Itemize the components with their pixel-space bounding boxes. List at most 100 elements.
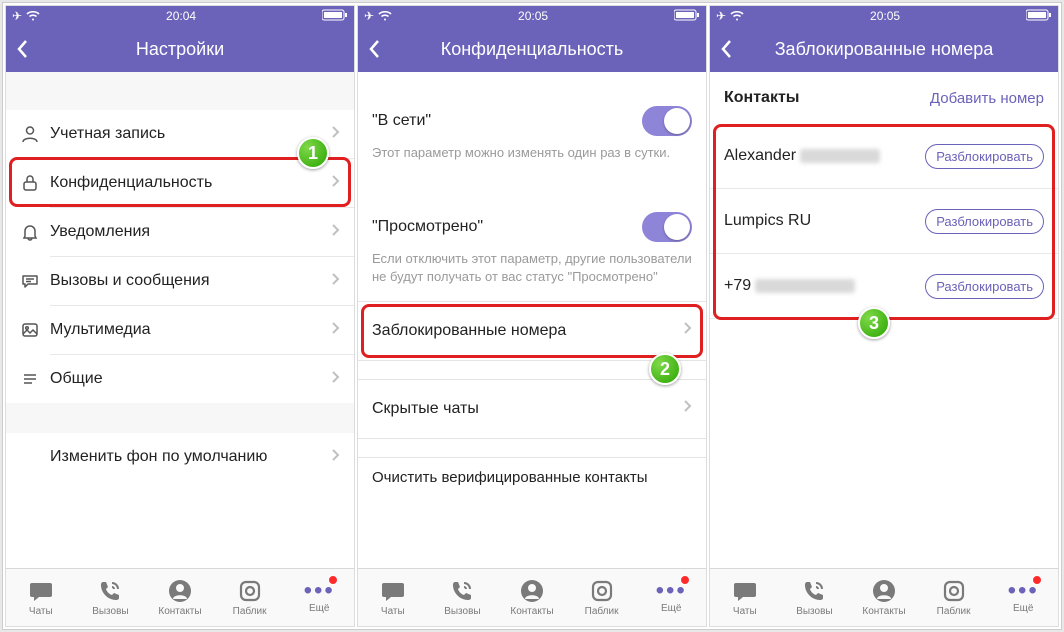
tab-label: Вызовы xyxy=(444,606,480,617)
row-notifications[interactable]: Уведомления xyxy=(6,208,354,256)
row-blocked-numbers[interactable]: Заблокированные номера xyxy=(358,302,706,360)
row-multimedia[interactable]: Мультимедиа xyxy=(6,306,354,354)
tab-chats[interactable]: Чаты xyxy=(710,569,780,626)
redacted-text xyxy=(800,149,880,163)
tab-public[interactable]: Паблик xyxy=(919,569,989,626)
unblock-button[interactable]: Разблокировать xyxy=(925,209,1044,234)
user-icon xyxy=(20,124,50,144)
status-bar: ✈ 20:04 xyxy=(6,6,354,26)
lock-icon xyxy=(20,173,50,193)
content: Учетная запись Конфиденциальность Уведом… xyxy=(6,72,354,568)
tab-label: Чаты xyxy=(381,606,405,617)
tab-label: Чаты xyxy=(29,606,53,617)
row-label: Мультимедиа xyxy=(50,321,331,339)
tab-label: Контакты xyxy=(862,606,905,617)
wifi-icon xyxy=(26,10,40,22)
chevron-right-icon xyxy=(331,321,340,340)
row-online: "В сети" xyxy=(358,94,706,140)
content: Контакты Добавить номер Alexander Разбло… xyxy=(710,72,1058,568)
page-title: Заблокированные номера xyxy=(746,39,1048,60)
back-button[interactable] xyxy=(720,39,746,59)
tab-label: Контакты xyxy=(510,606,553,617)
tab-label: Ещё xyxy=(661,603,681,614)
airplane-icon: ✈ xyxy=(12,9,22,23)
status-time: 20:05 xyxy=(870,9,900,23)
tab-label: Ещё xyxy=(309,603,329,614)
status-bar: ✈ 20:05 xyxy=(710,6,1058,26)
chat-icon xyxy=(20,271,50,291)
tab-label: Вызовы xyxy=(796,606,832,617)
row-label: Учетная запись xyxy=(50,125,331,143)
status-time: 20:04 xyxy=(166,9,196,23)
screen-settings: ✈ 20:04 Настройки Учетная запись xyxy=(5,5,355,627)
tab-calls[interactable]: Вызовы xyxy=(428,569,498,626)
bell-icon xyxy=(20,222,50,242)
status-bar: ✈ 20:05 xyxy=(358,6,706,26)
row-clear-verified[interactable]: Очистить верифицированные контакты xyxy=(358,458,706,498)
row-general[interactable]: Общие xyxy=(6,355,354,403)
content: "В сети" Этот параметр можно изменять од… xyxy=(358,72,706,568)
section-header: Контакты Добавить номер xyxy=(710,72,1058,124)
battery-icon xyxy=(674,9,700,21)
row-wallpaper[interactable]: Изменить фон по умолчанию xyxy=(6,433,354,481)
chevron-right-icon xyxy=(331,448,340,467)
unblock-button[interactable]: Разблокировать xyxy=(925,274,1044,299)
tab-more[interactable]: •••Ещё xyxy=(636,569,706,626)
blocked-entry: Alexander Разблокировать xyxy=(710,124,1058,188)
list-icon xyxy=(20,369,50,389)
tab-more[interactable]: •••Ещё xyxy=(284,569,354,626)
row-label: Вызовы и сообщения xyxy=(50,272,331,290)
step-badge-2: 2 xyxy=(649,353,681,385)
airplane-icon: ✈ xyxy=(364,9,374,23)
tab-label: Чаты xyxy=(733,606,757,617)
tab-contacts[interactable]: Контакты xyxy=(145,569,215,626)
tab-chats[interactable]: Чаты xyxy=(6,569,76,626)
back-button[interactable] xyxy=(16,39,42,59)
setting-label: "В сети" xyxy=(372,112,642,130)
battery-icon xyxy=(322,9,348,21)
row-label: Уведомления xyxy=(50,223,331,241)
header: Настройки xyxy=(6,26,354,72)
image-icon xyxy=(20,320,50,340)
header: Конфиденциальность xyxy=(358,26,706,72)
page-title: Настройки xyxy=(42,39,344,60)
tab-label: Вызовы xyxy=(92,606,128,617)
tab-label: Паблик xyxy=(585,606,619,617)
contact-name: +79 xyxy=(724,277,925,295)
tab-public[interactable]: Паблик xyxy=(567,569,637,626)
tab-more[interactable]: •••Ещё xyxy=(988,569,1058,626)
redacted-text xyxy=(755,279,855,293)
wifi-icon xyxy=(378,10,392,22)
contacts-label: Контакты xyxy=(724,89,930,107)
tab-label: Ещё xyxy=(1013,603,1033,614)
row-label: Скрытые чаты xyxy=(372,400,683,418)
notification-dot xyxy=(328,575,338,585)
wifi-icon xyxy=(730,10,744,22)
row-hidden-chats[interactable]: Скрытые чаты xyxy=(358,380,706,438)
row-label: Изменить фон по умолчанию xyxy=(50,448,331,466)
add-number-link[interactable]: Добавить номер xyxy=(930,90,1044,107)
row-label: Очистить верифицированные контакты xyxy=(372,469,692,486)
row-label: Заблокированные номера xyxy=(372,322,683,340)
toggle-online[interactable] xyxy=(642,106,692,136)
chevron-right-icon xyxy=(331,223,340,242)
header: Заблокированные номера xyxy=(710,26,1058,72)
row-label: Общие xyxy=(50,370,331,388)
back-button[interactable] xyxy=(368,39,394,59)
row-calls-messages[interactable]: Вызовы и сообщения xyxy=(6,257,354,305)
tab-calls[interactable]: Вызовы xyxy=(780,569,850,626)
step-badge-3: 3 xyxy=(858,307,890,339)
page-title: Конфиденциальность xyxy=(394,39,696,60)
tab-public[interactable]: Паблик xyxy=(215,569,285,626)
tab-calls[interactable]: Вызовы xyxy=(76,569,146,626)
tab-contacts[interactable]: Контакты xyxy=(849,569,919,626)
unblock-button[interactable]: Разблокировать xyxy=(925,144,1044,169)
row-privacy[interactable]: Конфиденциальность xyxy=(6,159,354,207)
setting-description: Этот параметр можно изменять один раз в … xyxy=(358,140,706,176)
airplane-icon: ✈ xyxy=(716,9,726,23)
row-label: Конфиденциальность xyxy=(50,174,331,192)
toggle-seen[interactable] xyxy=(642,212,692,242)
tab-chats[interactable]: Чаты xyxy=(358,569,428,626)
tab-contacts[interactable]: Контакты xyxy=(497,569,567,626)
tab-label: Паблик xyxy=(937,606,971,617)
